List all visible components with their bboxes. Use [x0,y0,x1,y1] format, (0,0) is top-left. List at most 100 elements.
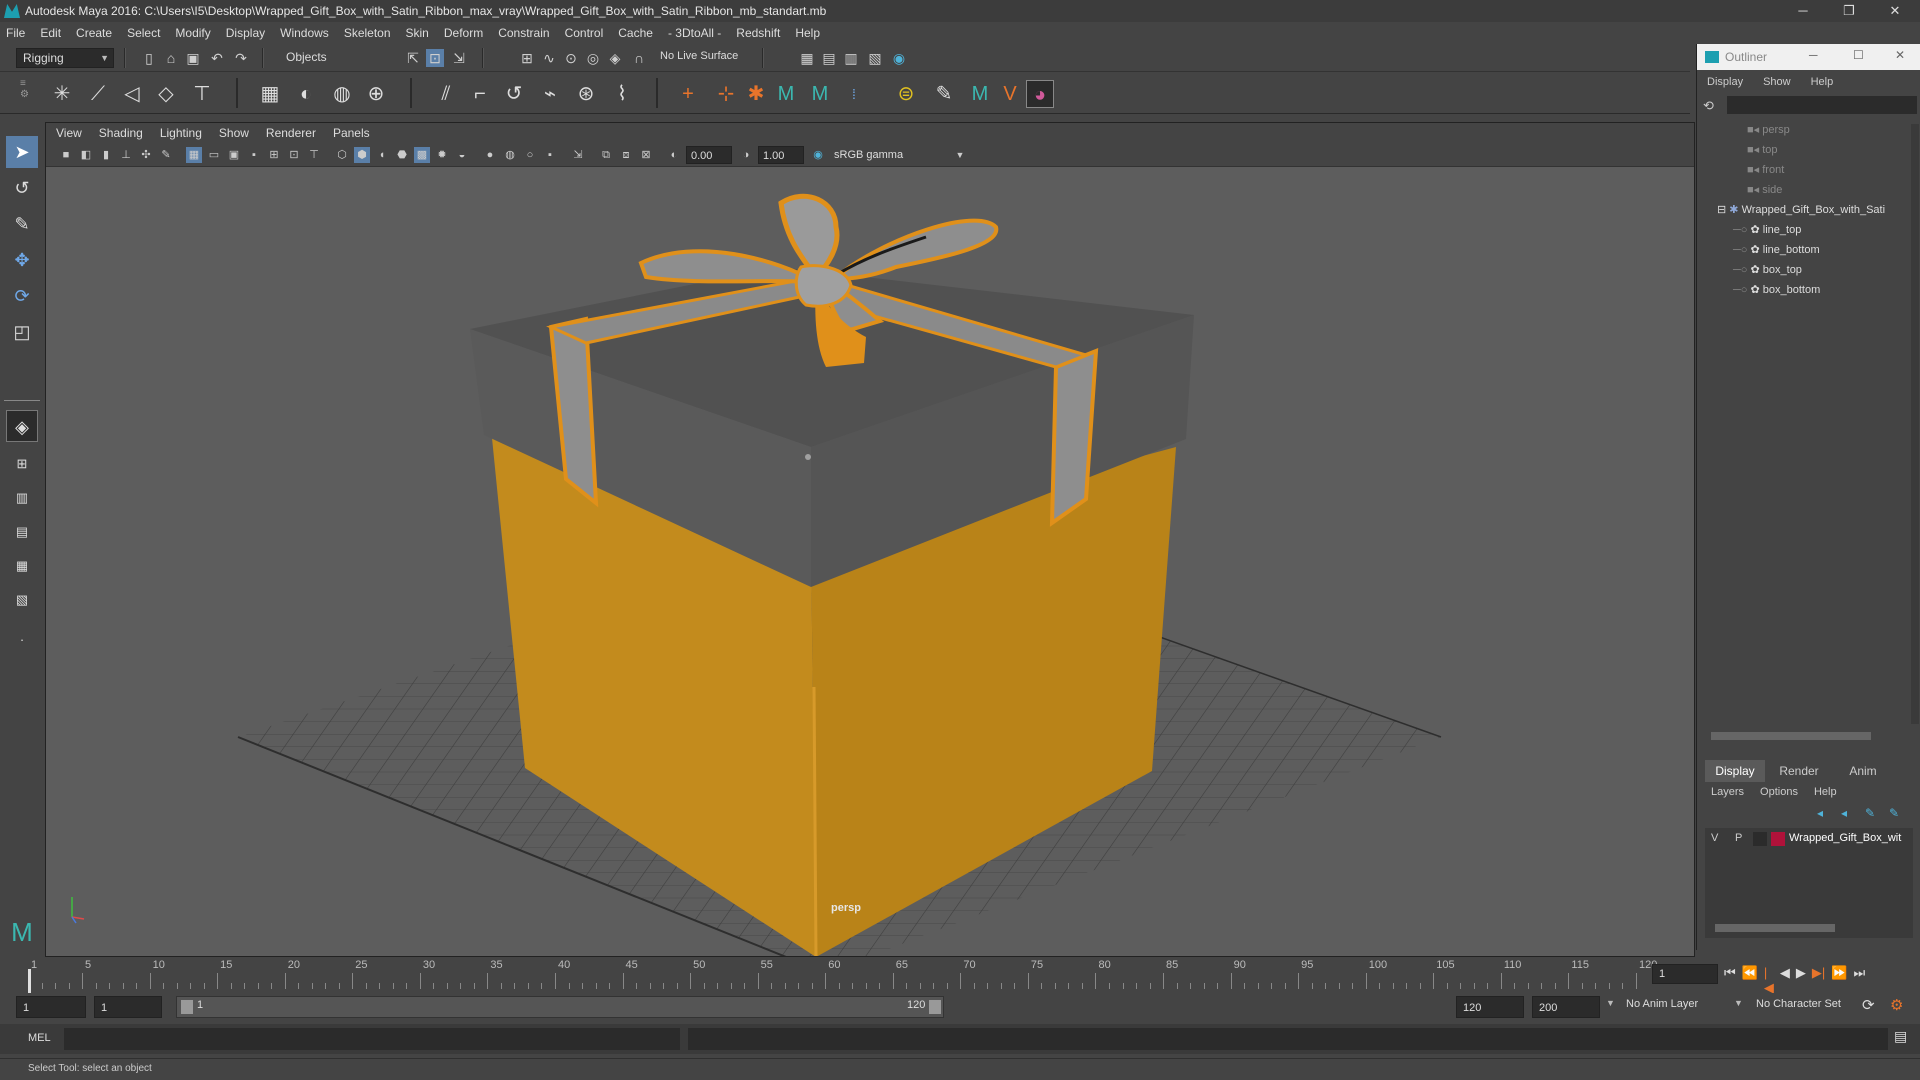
outliner-item-line-top[interactable]: ─○ ✿ line_top [1733,220,1920,240]
lasso-tool-icon[interactable]: ↺ [6,172,38,204]
side-by-side-icon[interactable]: ▥ [6,482,38,514]
layout-menu-icon[interactable]: · [6,624,38,656]
smooth-bind-icon[interactable]: ↺ [500,80,528,108]
motion-blur-icon[interactable]: ◍ [502,147,518,163]
blend-shape-icon[interactable]: ⊜ [892,80,920,108]
camera-attributes-icon[interactable]: ◧ [78,147,94,163]
close-button[interactable]: ✕ [1872,0,1918,22]
exposure-icon[interactable]: ◐ [666,147,682,163]
layer-name[interactable]: Wrapped_Gift_Box_wit [1789,832,1901,844]
play-backwards-icon[interactable]: ◀ [1780,965,1790,996]
film-gate-icon[interactable]: ▭ [206,147,222,163]
hypershade-persp-icon[interactable]: ▧ [6,584,38,616]
influence-icon[interactable]: ⊛ [572,80,600,108]
hik-icon[interactable]: M [966,80,994,108]
vp-menu-view[interactable]: View [56,126,82,140]
hypershade-icon[interactable]: ◉ [890,49,908,67]
outliner-menu-help[interactable]: Help [1811,76,1834,88]
outliner-item-group[interactable]: ⊟ ✱ Wrapped_Gift_Box_with_Sati [1717,200,1917,220]
parent-constraint-icon[interactable]: M [772,80,800,108]
paint-tool-icon[interactable]: ✎ [930,80,958,108]
character-set-dropdown[interactable]: No Character Set [1756,998,1841,1010]
play-forwards-icon[interactable]: ▶ [1796,965,1806,996]
outliner-item-box-top[interactable]: ─○ ✿ box_top [1733,260,1920,280]
menu-deform[interactable]: Deform [444,26,483,40]
step-forward-key-icon[interactable]: ⏩ [1831,965,1847,996]
scene-3d-view[interactable]: persp [46,167,1694,957]
preferences-icon[interactable]: ⚙ [1890,996,1903,1014]
pole-constraint-icon[interactable]: M [806,80,834,108]
snap-view-icon[interactable]: ◎ [584,49,602,67]
range-slider[interactable]: 1 120 [176,996,944,1018]
layer-visibility-toggle[interactable]: V [1711,832,1718,844]
rotate-tool-icon[interactable]: ⟳ [6,280,38,312]
chevron-down-icon[interactable]: ▼ [1734,998,1743,1008]
ambient-occlusion-icon[interactable]: ● [482,147,498,163]
move-layer-up-icon[interactable]: ◂ [1817,806,1823,820]
rigid-bind-icon[interactable]: ⌐ [466,80,494,108]
menu-redshift[interactable]: Redshift [736,26,780,40]
camera-select-icon[interactable]: ■ [58,147,74,163]
outliner-persp-icon[interactable]: ▤ [6,516,38,548]
layer-menu-layers[interactable]: Layers [1711,786,1744,798]
move-layer-down-icon[interactable]: ◂ [1841,806,1847,820]
redo-icon[interactable]: ↷ [232,49,250,67]
menu-create[interactable]: Create [76,26,112,40]
use-default-material-icon[interactable]: ◖ [374,147,390,163]
vp-menu-panels[interactable]: Panels [333,126,370,140]
grid-icon[interactable]: ▦ [186,147,202,163]
xray-icon[interactable]: ⧉ [598,147,614,163]
snap-magnet-icon[interactable]: ∩ [630,49,648,67]
animation-end-field[interactable]: 200 [1532,996,1600,1018]
field-chart-icon[interactable]: ⊞ [266,147,282,163]
snap-grid-icon[interactable]: ⊞ [518,49,536,67]
outliner-item-box-bottom[interactable]: ─○ ✿ box_bottom [1733,280,1920,300]
menu-control[interactable]: Control [565,26,604,40]
point-constraint-icon[interactable]: + [674,80,702,108]
xray-joints-icon[interactable]: ⧈ [618,147,634,163]
save-scene-icon[interactable]: ▣ [184,49,202,67]
range-end-handle[interactable] [929,1000,941,1014]
playback-end-field[interactable]: 120 [1456,996,1524,1018]
detach-skin-icon[interactable]: ⌇ [608,80,636,108]
select-mode-dropdown[interactable]: Objects [280,48,380,68]
image-plane-icon[interactable]: ⊥ [118,147,134,163]
outliner-search-input[interactable] [1727,96,1917,114]
insert-joint-icon[interactable]: ◇ [152,80,180,108]
outliner-item-line-bottom[interactable]: ─○ ✿ line_bottom [1733,240,1920,260]
layer-scrollbar[interactable] [1715,924,1835,932]
minimize-button[interactable]: ─ [1780,0,1826,22]
tab-render[interactable]: Render [1769,760,1829,782]
outliner-menu-display[interactable]: Display [1707,76,1743,88]
menu-select[interactable]: Select [127,26,160,40]
open-scene-icon[interactable]: ⌂ [162,49,180,67]
isolate-select-icon[interactable]: ⇲ [570,147,586,163]
geometry-constraint-icon[interactable]: ⁞ [840,80,868,108]
wireframe-icon[interactable]: ⬡ [334,147,350,163]
smooth-shade-icon[interactable]: ⬢ [354,147,370,163]
mirror-joint-icon[interactable]: ⊤ [188,80,216,108]
menu-3dtoall[interactable]: - 3DtoAll - [668,26,721,40]
gamma-icon[interactable]: ◑ [738,147,754,163]
script-editor-icon[interactable]: ▤ [1894,1028,1907,1045]
menu-file[interactable]: File [6,26,25,40]
perspective-viewport[interactable]: View Shading Lighting Show Renderer Pane… [45,122,1695,957]
safe-title-icon[interactable]: ⊤ [306,147,322,163]
vp-menu-show[interactable]: Show [219,126,249,140]
wrap-icon[interactable]: ◍ [328,80,356,108]
time-slider[interactable]: 1 5 10 15 20 25 30 35 40 45 50 55 60 65 70 75 80 85 90 95 10… [0,957,1865,995]
joint-tool-icon[interactable]: ✳ [48,80,76,108]
snap-surface-icon[interactable]: ◈ [606,49,624,67]
cluster-icon[interactable]: ⊕ [362,80,390,108]
menu-edit[interactable]: Edit [40,26,61,40]
menu-skeleton[interactable]: Skeleton [344,26,391,40]
vp-menu-lighting[interactable]: Lighting [160,126,202,140]
render-settings-icon[interactable]: ▦ [798,49,816,67]
gate-mask-icon[interactable]: ▪ [246,147,262,163]
layer-menu-help[interactable]: Help [1814,786,1837,798]
auto-key-icon[interactable]: ⟳ [1862,996,1875,1014]
snap-curve-icon[interactable]: ∿ [540,49,558,67]
select-by-hierarchy-icon[interactable]: ⇱ [404,49,422,67]
sculpt-icon[interactable]: ◐ [292,80,320,108]
bind-skin-icon[interactable]: ⫽ [432,80,460,108]
